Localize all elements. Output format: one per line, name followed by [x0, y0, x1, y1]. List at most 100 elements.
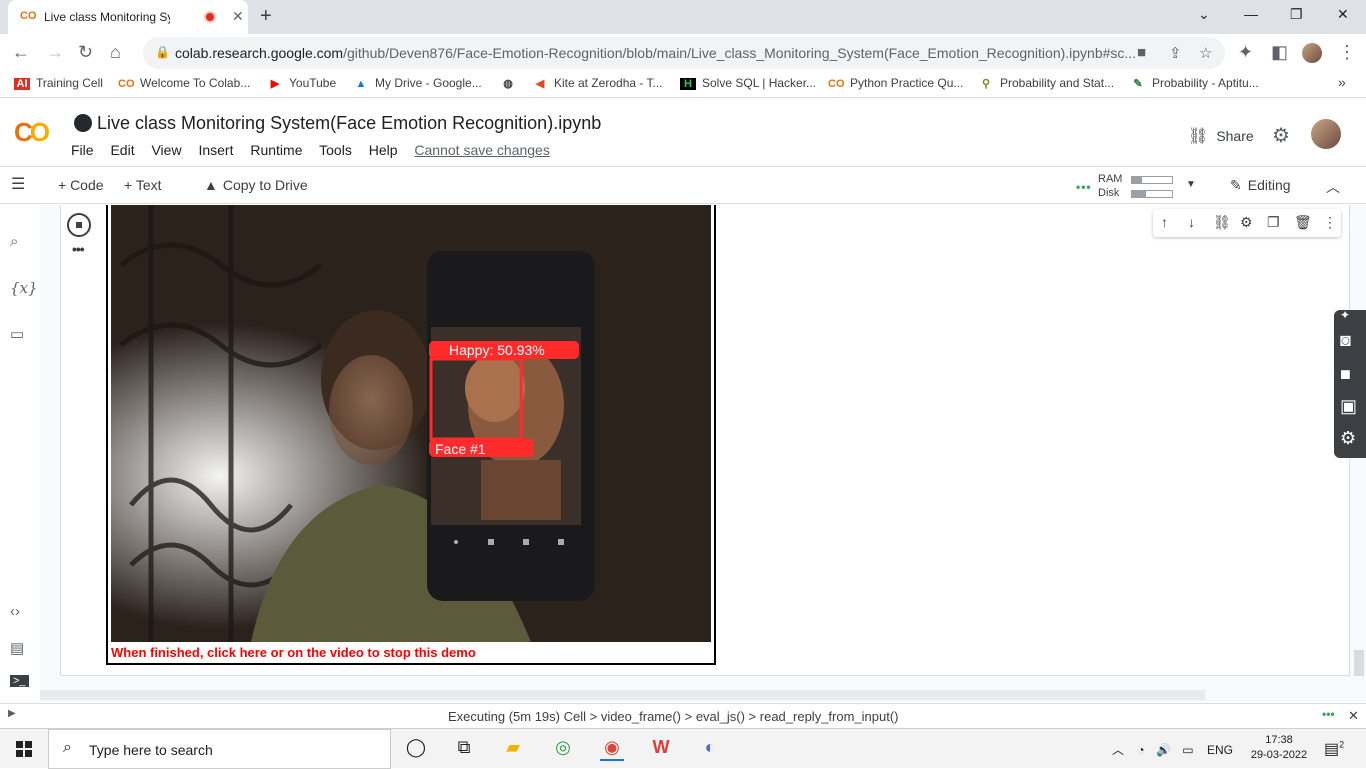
- minimize-button[interactable]: —: [1244, 6, 1258, 22]
- close-window-button[interactable]: ✕: [1337, 6, 1349, 23]
- move-up-icon[interactable]: ↑: [1161, 214, 1168, 230]
- chrome-menu-icon[interactable]: ⋮: [1338, 42, 1356, 63]
- variables-icon[interactable]: {x}: [10, 279, 38, 297]
- tab-search-icon[interactable]: ⌄: [1198, 6, 1210, 23]
- share-button[interactable]: ⛓ Share: [1188, 126, 1254, 146]
- wifi-icon[interactable]: ◔: [1137, 743, 1144, 757]
- windows-start-icon[interactable]: [16, 741, 32, 757]
- video-output-frame[interactable]: Happy: 50.93% Face #1 When finished, cli…: [106, 205, 716, 665]
- bookmark-item[interactable]: ▶ YouTube: [267, 76, 336, 90]
- home-icon[interactable]: ⌂: [110, 42, 121, 63]
- volume-icon[interactable]: 🔊: [1156, 743, 1171, 757]
- collapse-header-icon[interactable]: ︿: [1326, 177, 1340, 197]
- move-down-icon[interactable]: ↓: [1188, 214, 1195, 230]
- bookmark-item[interactable]: AI Training Cell: [14, 76, 103, 90]
- profile-avatar[interactable]: [1302, 43, 1322, 63]
- forward-icon[interactable]: →: [46, 42, 64, 63]
- side-panel-icon[interactable]: ◧: [1271, 42, 1288, 63]
- code-snippets-icon[interactable]: ‹›: [10, 603, 20, 620]
- camera-in-use-icon[interactable]: ■: [1137, 44, 1146, 61]
- add-text-button[interactable]: + Text: [124, 177, 162, 193]
- delete-cell-icon[interactable]: 🗑: [1294, 214, 1312, 231]
- notification-center-icon[interactable]: ▤2: [1324, 739, 1344, 759]
- browser-tab-active[interactable]: CO Live class Monitoring System(Face_Emo…: [8, 0, 248, 34]
- taskbar-search[interactable]: ⌕ Type here to search: [48, 729, 391, 769]
- stop-demo-message[interactable]: When finished, click here or on the vide…: [111, 645, 476, 660]
- bookmark-star-icon[interactable]: ☆: [1199, 44, 1212, 62]
- ram-bar: [1131, 176, 1173, 184]
- resource-monitor[interactable]: ••• RAM Disk ▼: [1076, 171, 1196, 201]
- search-icon[interactable]: ⌕: [10, 233, 18, 250]
- bookmark-item[interactable]: ▲ My Drive - Google...: [353, 76, 482, 90]
- bookmark-item[interactable]: ◀ Kite at Zerodha - T...: [532, 76, 663, 90]
- bookmarks-overflow-button[interactable]: »: [1338, 74, 1346, 90]
- menu-edit[interactable]: Edit: [110, 142, 134, 158]
- menu-file[interactable]: File: [71, 142, 94, 158]
- resources-dropdown-icon[interactable]: ▼: [1186, 179, 1196, 190]
- bookmark-item[interactable]: ⚲ Probability and Stat...: [978, 76, 1114, 90]
- close-tab-icon[interactable]: ✕: [232, 8, 244, 25]
- address-bar[interactable]: 🔒 colab.research.google.com/github/Deven…: [143, 37, 1225, 69]
- cannot-save-link[interactable]: Cannot save changes: [414, 142, 549, 158]
- stop-execution-button[interactable]: [67, 213, 91, 237]
- gallery-icon[interactable]: ▣: [1340, 396, 1357, 417]
- bookmark-item[interactable]: ◍: [500, 76, 522, 90]
- battery-icon[interactable]: ▭: [1182, 743, 1193, 757]
- cortana-icon[interactable]: ◯: [404, 737, 428, 761]
- bookmark-item[interactable]: CO Python Practice Qu...: [828, 76, 963, 90]
- webcam-video[interactable]: Happy: 50.93% Face #1: [111, 205, 711, 642]
- file-explorer-icon[interactable]: ▰: [501, 737, 525, 761]
- share-page-icon[interactable]: ⇪: [1169, 44, 1182, 62]
- video-record-icon[interactable]: ■: [1340, 364, 1351, 385]
- tray-expand-icon[interactable]: ︿: [1112, 743, 1124, 757]
- new-tab-button[interactable]: +: [260, 5, 272, 28]
- toc-icon[interactable]: ☰: [11, 174, 25, 194]
- extensions-icon[interactable]: ✦: [1238, 42, 1253, 63]
- chrome-taskbar-icon[interactable]: ◉: [600, 737, 624, 761]
- camera-icon[interactable]: ◙: [1340, 330, 1351, 351]
- code-cell[interactable]: ••• ↑ ↓ ⛓ ⚙ ❐ 🗑 ⋮ Happy: 50.93% Face #1 …: [60, 205, 1350, 676]
- recording-indicator-icon: [204, 11, 216, 23]
- reload-icon[interactable]: ↻: [78, 42, 93, 63]
- notebook-title[interactable]: Live class Monitoring System(Face Emotio…: [74, 113, 601, 134]
- copy-to-drive-button[interactable]: ▲ Copy to Drive: [204, 177, 308, 193]
- lock-icon[interactable]: 🔒: [155, 45, 170, 59]
- bookmark-item[interactable]: ✎ Probability - Aptitu...: [1130, 76, 1258, 90]
- expand-status-icon[interactable]: ▶: [8, 708, 16, 719]
- back-icon[interactable]: ←: [12, 42, 30, 63]
- green-app-icon[interactable]: ◎: [551, 737, 575, 761]
- tools-settings-icon[interactable]: ⚙: [1340, 428, 1356, 449]
- menu-tools[interactable]: Tools: [319, 142, 352, 158]
- menu-runtime[interactable]: Runtime: [250, 142, 302, 158]
- folder-icon[interactable]: ▭: [10, 325, 24, 343]
- url-text[interactable]: colab.research.google.com/github/Deven87…: [175, 45, 1135, 61]
- cell-more-icon[interactable]: •••: [72, 241, 85, 257]
- vertical-scrollbar[interactable]: [1354, 650, 1364, 676]
- terminal-icon[interactable]: >_: [10, 675, 29, 687]
- restore-button[interactable]: ❐: [1290, 6, 1303, 23]
- colab-logo[interactable]: CO: [14, 117, 50, 148]
- pin-icon[interactable]: ✦: [1340, 308, 1350, 322]
- account-avatar[interactable]: [1311, 119, 1341, 149]
- settings-gear-icon[interactable]: ⚙: [1272, 123, 1290, 148]
- cell-overflow-icon[interactable]: ⋮: [1323, 214, 1337, 231]
- editing-mode-button[interactable]: ✎ Editing: [1230, 177, 1291, 194]
- language-indicator[interactable]: ENG: [1207, 743, 1233, 757]
- bookmark-item[interactable]: H Solve SQL | Hacker...: [680, 76, 816, 90]
- wps-office-icon[interactable]: W: [649, 737, 673, 761]
- task-view-icon[interactable]: ⧉: [452, 737, 476, 761]
- execution-status[interactable]: Executing (5m 19s) Cell > video_frame() …: [448, 709, 899, 724]
- mirror-cell-icon[interactable]: ❐: [1267, 214, 1280, 231]
- cell-settings-icon[interactable]: ⚙: [1240, 214, 1253, 231]
- menu-insert[interactable]: Insert: [198, 142, 233, 158]
- tor-app-icon[interactable]: ◐: [698, 737, 722, 761]
- menu-view[interactable]: View: [151, 142, 181, 158]
- horizontal-scrollbar[interactable]: [40, 690, 1205, 700]
- bookmark-item[interactable]: CO Welcome To Colab...: [118, 76, 250, 90]
- link-cell-icon[interactable]: ⛓: [1213, 214, 1231, 231]
- taskbar-clock[interactable]: 17:38 29-03-2022: [1248, 733, 1310, 763]
- command-palette-icon[interactable]: ▤: [10, 639, 24, 657]
- add-code-button[interactable]: + Code: [58, 177, 104, 193]
- close-status-icon[interactable]: ✕: [1348, 708, 1359, 724]
- menu-help[interactable]: Help: [369, 142, 398, 158]
